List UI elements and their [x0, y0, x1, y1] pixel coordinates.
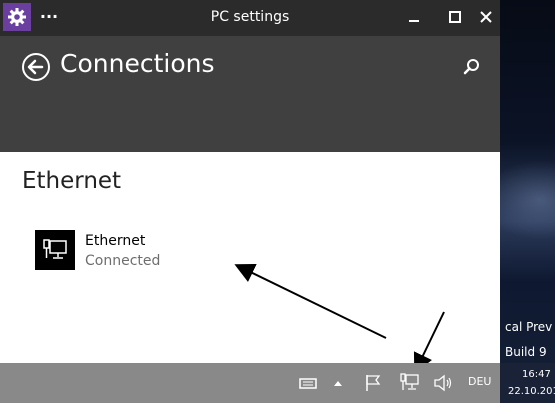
volume-icon[interactable]	[432, 372, 454, 394]
arrow-to-network-icon	[413, 311, 445, 374]
network-icon[interactable]	[399, 372, 421, 394]
settings-window: ... PC settings Connections Ethernet Eth…	[0, 0, 500, 403]
desktop-glow	[500, 160, 555, 240]
desktop-background	[500, 0, 555, 403]
chevron-up-icon[interactable]	[327, 372, 349, 394]
clock-date: 22.10.201	[508, 386, 555, 397]
desktop-text-line2: Build 9	[505, 345, 547, 359]
flag-icon[interactable]	[362, 372, 384, 394]
arrow-to-connection	[234, 264, 387, 339]
annotation-arrows	[234, 264, 445, 374]
language-indicator[interactable]: DEU	[468, 375, 491, 388]
desktop-text-line1: cal Prev	[505, 320, 553, 334]
keyboard-icon[interactable]	[297, 372, 319, 394]
clock-time: 16:47	[522, 369, 551, 380]
taskbar: DEU	[0, 363, 500, 403]
